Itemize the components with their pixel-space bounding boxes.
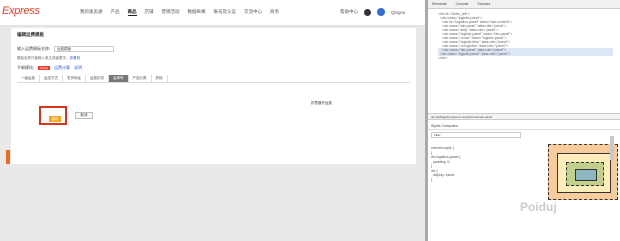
cancel-button[interactable]: 取消 [75,112,93,119]
note-link[interactable]: 查看例 [70,56,81,60]
template-name-input[interactable]: 运费模板 [54,46,115,52]
username[interactable]: Qingsu [391,10,405,15]
tab[interactable]: 其他 [152,75,168,82]
template-label: 输入运费模板名称: [17,46,51,51]
feedback-handle[interactable] [6,150,10,164]
tab[interactable]: 一级运费 [17,75,40,82]
highlight-box: 保存 [39,106,67,125]
devtools-tabs: Elements Console Sources [428,0,620,9]
box-model-diagram [548,144,618,200]
nav-item[interactable]: 商务 [270,9,279,16]
china-tag: China [38,66,50,70]
template-note: 模板名称只能输入英文或者数字，查看例 [17,56,81,60]
nav-item[interactable]: 产品 [111,9,120,16]
watermark: Poiduj [520,200,557,214]
ship-label: 平邮模块: [17,65,35,70]
tab[interactable]: 产品分类 [129,75,152,82]
ship-link[interactable]: 运费计算 [54,65,70,71]
tab[interactable]: 运费折扣 [86,75,109,82]
ship-link[interactable]: 说明 [74,65,82,71]
styles-pane: element.style {} div.logistics-panel { pa… [431,146,461,182]
nav-item[interactable]: 数据纵横 [188,9,206,16]
collapse-link[interactable]: 折叠展开运费 [311,101,332,106]
avatar[interactable] [377,8,385,16]
save-button[interactable]: 保存 [49,116,61,122]
devtools-tab[interactable]: Sources [477,2,490,6]
nav-item[interactable]: 我的速卖通 [80,9,103,16]
nav-item[interactable]: 店铺 [145,9,154,16]
help-link[interactable]: 帮助中心 [340,9,358,15]
shipping-tabs: 一级运费 运送方式 发货地址 运费折扣 运单号 产品分类 其他 [17,75,410,83]
tab-active[interactable]: 运单号 [109,75,129,82]
filter-input[interactable]: Filter [431,132,521,138]
tab[interactable]: 运送方式 [40,75,63,82]
shipping-panel: 编辑运费模板 输入运费模板名称: 运费模板 模板名称只能输入英文或者数字，查看例… [11,28,416,164]
main-area: Express 我的速卖通 产品 商品 店铺 营销活动 数据纵横 账号及认证 交… [0,0,425,241]
nav-item-active[interactable]: 商品 [127,9,137,16]
top-navigation: Express 我的速卖通 产品 商品 店铺 营销活动 数据纵横 账号及认证 交… [0,0,425,26]
page-title: 编辑运费模板 [17,32,44,37]
nav-item[interactable]: 交流中心 [244,9,262,16]
nav-item[interactable]: 账号及认证 [214,9,237,16]
devtools-tab[interactable]: Console [456,2,469,6]
styles-tabs: Styles Computed [428,122,620,130]
nav-item[interactable]: 营销活动 [162,9,180,16]
logo: Express [2,5,40,17]
tab[interactable]: 发货地址 [63,75,86,82]
devtools-tab[interactable]: Elements [432,2,447,6]
breadcrumb[interactable]: div div#logistic-panel.ui-logistics-tab.… [428,113,620,120]
dom-tree[interactable]: <div id="slider_tab"> <div class="logist… [438,12,613,60]
message-icon[interactable] [364,8,371,16]
scrollbar[interactable] [610,136,614,160]
